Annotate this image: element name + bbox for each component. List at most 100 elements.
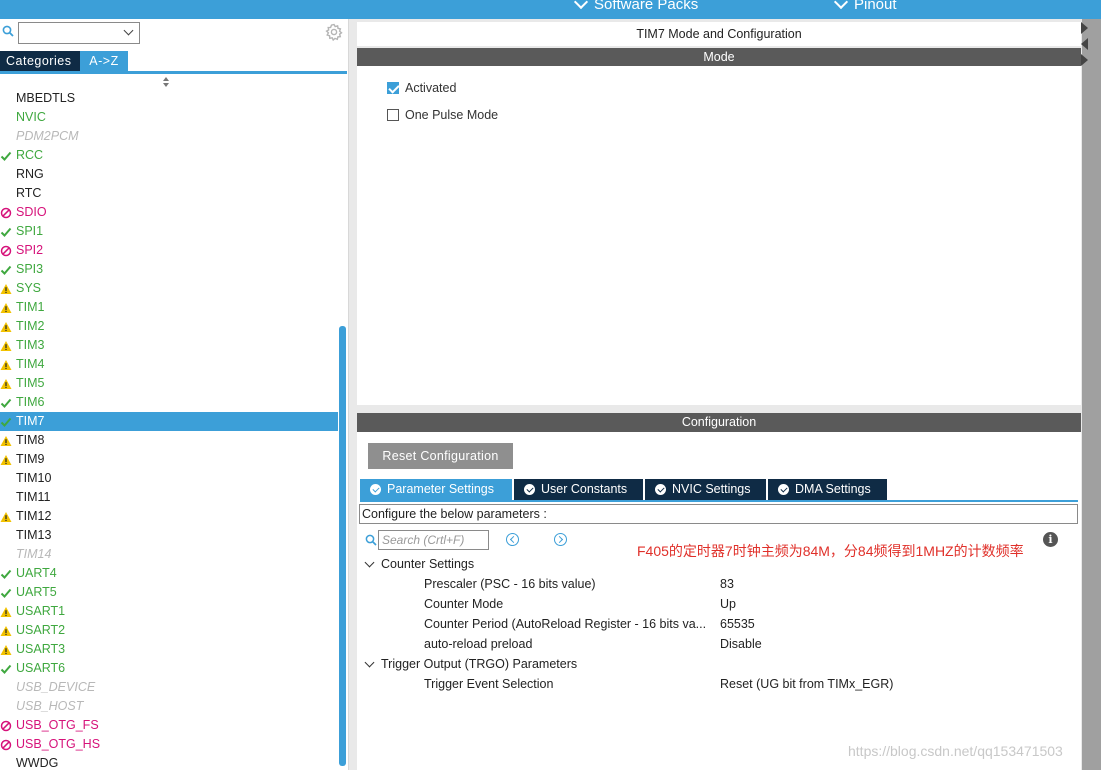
arrow-right-icon[interactable] [1081, 54, 1088, 66]
sidebar-item-usb-otg-hs[interactable]: USB_OTG_HS [0, 735, 338, 754]
sidebar-item-mbedtls[interactable]: MBEDTLS [0, 89, 338, 108]
sidebar-item-spi2[interactable]: SPI2 [0, 241, 338, 260]
sidebar-item-rng[interactable]: RNG [0, 165, 338, 184]
gear-icon[interactable] [325, 23, 343, 41]
tab-user-constants[interactable]: User Constants [514, 479, 643, 500]
sidebar-item-usb-device[interactable]: USB_DEVICE [0, 678, 338, 697]
param-name: Prescaler (PSC - 16 bits value) [424, 577, 596, 591]
sidebar-item-tim6[interactable]: TIM6 [0, 393, 338, 412]
peripheral-list: MBEDTLS NVIC PDM2PCM RCC RNG RTC SDIO SPI1 SPI2 S… [0, 89, 338, 773]
sidebar-item-usart6[interactable]: USART6 [0, 659, 338, 678]
sidebar-item-tim11[interactable]: TIM11 [0, 488, 338, 507]
sidebar-item-tim12[interactable]: TIM12 [0, 507, 338, 526]
annotation-text: F405的定时器7时钟主频为84M，分84频得到1MHZ的计数频率 [637, 543, 1024, 559]
sidebar-item-usart1[interactable]: USART1 [0, 602, 338, 621]
sidebar-item-tim8[interactable]: TIM8 [0, 431, 338, 450]
one-pulse-mode-checkbox[interactable] [387, 109, 399, 121]
mode-header: Mode [357, 48, 1081, 66]
software-packs-menu[interactable]: Software Packs [573, 0, 699, 13]
info-icon[interactable]: i [1043, 532, 1058, 547]
sidebar-item-label: TIM7 [16, 414, 45, 428]
scrollbar-thumb[interactable] [339, 326, 346, 766]
sidebar-item-tim9[interactable]: TIM9 [0, 450, 338, 469]
chevron-down-icon [364, 657, 375, 668]
group-counter-settings[interactable]: Counter Settings [360, 554, 474, 574]
warning-icon [0, 455, 12, 465]
sidebar-item-tim2[interactable]: TIM2 [0, 317, 338, 336]
activated-checkbox[interactable] [387, 82, 399, 94]
sidebar-item-nvic[interactable]: NVIC [0, 108, 338, 127]
sidebar-item-label: UART5 [16, 585, 57, 599]
tab-dma-settings[interactable]: DMA Settings [768, 479, 887, 500]
sidebar-item-rcc[interactable]: RCC [0, 146, 338, 165]
sidebar-item-tim4[interactable]: TIM4 [0, 355, 338, 374]
sidebar-item-sys[interactable]: SYS [0, 279, 338, 298]
tab-categories[interactable]: Categories [0, 51, 80, 71]
sidebar-item-tim13[interactable]: TIM13 [0, 526, 338, 545]
sidebar-item-usart2[interactable]: USART2 [0, 621, 338, 640]
reset-configuration-button[interactable]: Reset Configuration [368, 443, 513, 469]
sidebar-item-wwdg[interactable]: WWDG [0, 754, 338, 773]
param-value[interactable]: 65535 [720, 614, 755, 634]
activated-option[interactable]: Activated [387, 81, 456, 95]
warning-icon [0, 341, 12, 351]
sidebar-item-spi3[interactable]: SPI3 [0, 260, 338, 279]
right-collapse-arrows[interactable] [1081, 22, 1091, 70]
arrow-right-icon[interactable] [1081, 22, 1088, 34]
warning-icon [0, 379, 12, 389]
sidebar-item-uart5[interactable]: UART5 [0, 583, 338, 602]
tab-nvic-settings[interactable]: NVIC Settings [645, 479, 766, 500]
param-row[interactable]: Prescaler (PSC - 16 bits value) 83 [424, 574, 1064, 594]
check-icon [0, 265, 12, 275]
sidebar-item-label: SDIO [16, 205, 47, 219]
software-packs-label: Software Packs [594, 0, 699, 13]
param-row[interactable]: auto-reload preload Disable [424, 634, 1064, 654]
sidebar-item-label: NVIC [16, 110, 46, 124]
param-row[interactable]: Counter Period (AutoReload Register - 16… [424, 614, 1064, 634]
sidebar-item-tim7[interactable]: TIM7 [0, 412, 338, 431]
sidebar-item-usart3[interactable]: USART3 [0, 640, 338, 659]
next-match-button[interactable] [554, 533, 567, 546]
arrow-left-icon[interactable] [1081, 38, 1088, 50]
config-description: Configure the below parameters : [359, 504, 1078, 524]
tab-label: User Constants [541, 482, 628, 496]
one-pulse-mode-option[interactable]: One Pulse Mode [387, 108, 498, 122]
sidebar-item-usb-host[interactable]: USB_HOST [0, 697, 338, 716]
parameter-search-input[interactable]: Search (Crtl+F) [378, 530, 489, 550]
page-title: TIM7 Mode and Configuration [357, 22, 1081, 46]
sidebar-item-tim14[interactable]: TIM14 [0, 545, 338, 564]
tab-parameter-settings[interactable]: Parameter Settings [360, 479, 512, 500]
param-name: auto-reload preload [424, 637, 533, 651]
sidebar-item-usb-otg-fs[interactable]: USB_OTG_FS [0, 716, 338, 735]
check-icon [0, 151, 12, 161]
sidebar-item-tim5[interactable]: TIM5 [0, 374, 338, 393]
previous-match-button[interactable] [506, 533, 519, 546]
sidebar-item-pdm2pcm[interactable]: PDM2PCM [0, 127, 338, 146]
tab-a-to-z[interactable]: A->Z [80, 51, 128, 71]
peripheral-search-select[interactable] [18, 22, 140, 44]
sidebar-item-tim10[interactable]: TIM10 [0, 469, 338, 488]
param-row[interactable]: Counter Mode Up [424, 594, 1064, 614]
param-row[interactable]: Trigger Event Selection Reset (UG bit fr… [424, 674, 1064, 694]
one-pulse-mode-label: One Pulse Mode [405, 108, 499, 122]
param-value[interactable]: 83 [720, 574, 734, 594]
param-value[interactable]: Disable [720, 634, 762, 654]
sort-icon[interactable] [162, 76, 170, 88]
sidebar-item-tim1[interactable]: TIM1 [0, 298, 338, 317]
param-value[interactable]: Up [720, 594, 736, 614]
pinout-menu[interactable]: Pinout [833, 0, 897, 13]
sidebar-item-label: TIM10 [16, 471, 52, 485]
sidebar-item-sdio[interactable]: SDIO [0, 203, 338, 222]
group-label: Counter Settings [381, 557, 475, 571]
tab-label: Parameter Settings [387, 482, 494, 496]
search-icon[interactable] [2, 25, 14, 37]
sidebar-item-label: SPI3 [16, 262, 44, 276]
sidebar-item-rtc[interactable]: RTC [0, 184, 338, 203]
pinout-label: Pinout [854, 0, 897, 13]
sidebar-item-spi1[interactable]: SPI1 [0, 222, 338, 241]
sidebar-item-tim3[interactable]: TIM3 [0, 336, 338, 355]
param-value[interactable]: Reset (UG bit from TIMx_EGR) [720, 674, 893, 694]
sidebar-item-uart4[interactable]: UART4 [0, 564, 338, 583]
group-trigger-output[interactable]: Trigger Output (TRGO) Parameters [360, 654, 577, 674]
blocked-icon [0, 245, 12, 257]
